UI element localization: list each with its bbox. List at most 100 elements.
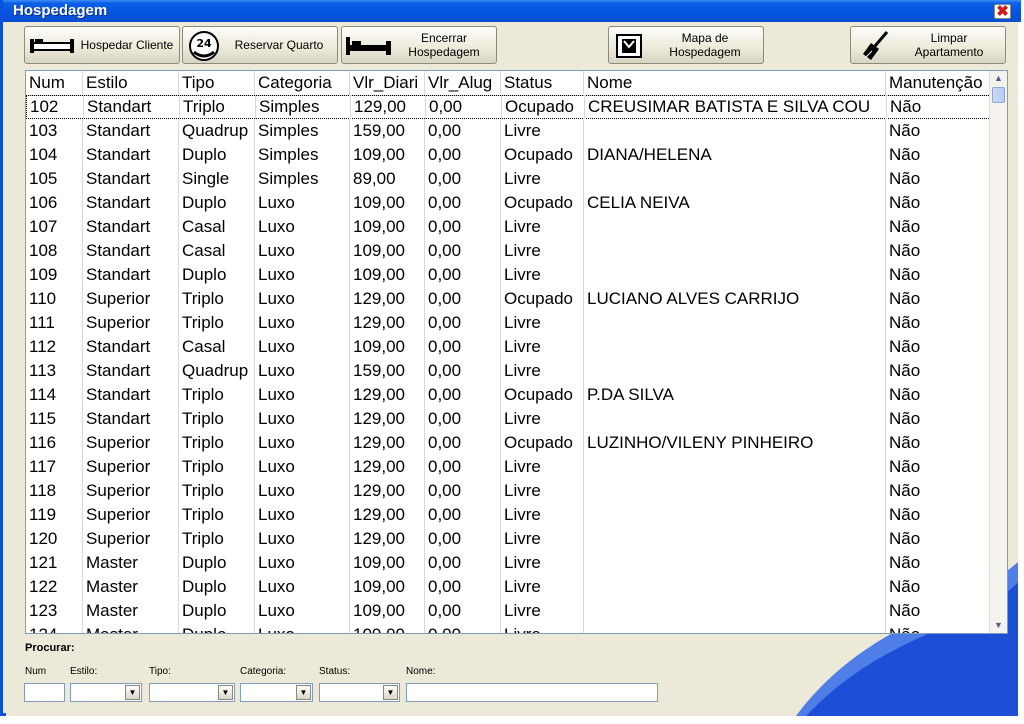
column-header[interactable]: Tipo: [179, 71, 255, 95]
table-cell: 109,00: [350, 599, 425, 623]
column-header[interactable]: Estilo: [83, 71, 179, 95]
column-header[interactable]: Vlr_Alug: [425, 71, 501, 95]
scroll-down-icon[interactable]: ▼: [991, 618, 1006, 633]
table-cell: Livre: [501, 407, 584, 431]
table-row[interactable]: 102 Standart Triplo Simples 129,00 0,00 Ocupad…: [26, 95, 991, 119]
table-row[interactable]: 120 Superior Triplo Luxo 129,00 0,00 Livre Não: [26, 527, 991, 551]
column-header[interactable]: Nome: [584, 71, 886, 95]
table-cell: 108: [26, 239, 83, 263]
table-row[interactable]: 116 Superior Triplo Luxo 129,00 0,00 Ocupado LU…: [26, 431, 991, 455]
table-row[interactable]: 105 Standart Single Simples 89,00 0,00 Livre Nã…: [26, 167, 991, 191]
num-search-input[interactable]: [24, 683, 65, 702]
mapa-hospedagem-label: Mapa de Hospedagem: [669, 31, 741, 59]
table-row[interactable]: 110 Superior Triplo Luxo 129,00 0,00 Ocupado LU…: [26, 287, 991, 311]
chevron-down-icon[interactable]: ▼: [296, 685, 311, 700]
hospedar-cliente-button[interactable]: Hospedar Cliente: [24, 26, 180, 64]
table-cell: 129,00: [350, 479, 425, 503]
column-header[interactable]: Vlr_Diari: [350, 71, 425, 95]
table-row[interactable]: 118 Superior Triplo Luxo 129,00 0,00 Livre Não: [26, 479, 991, 503]
table-row[interactable]: 107 Standart Casal Luxo 109,00 0,00 Livre Não: [26, 215, 991, 239]
table-cell: Duplo: [179, 551, 255, 575]
bed-end-icon: [346, 37, 391, 55]
column-header[interactable]: Num: [26, 71, 83, 95]
limpar-apartamento-button[interactable]: Limpar Apartamento: [850, 26, 1006, 64]
table-cell: [584, 551, 886, 575]
table-cell: Standart: [83, 263, 179, 287]
table-cell: 102: [27, 95, 84, 119]
table-row[interactable]: 104 Standart Duplo Simples 109,00 0,00 Ocupado…: [26, 143, 991, 167]
table-row[interactable]: 115 Standart Triplo Luxo 129,00 0,00 Livre Não: [26, 407, 991, 431]
table-cell: 118: [26, 479, 83, 503]
estilo-select[interactable]: ▼: [70, 683, 142, 702]
table-cell: Luxo: [255, 335, 350, 359]
table-cell: 107: [26, 215, 83, 239]
table-cell: Duplo: [179, 191, 255, 215]
table-row[interactable]: 103 Standart Quadrup Simples 159,00 0,00 Livre…: [26, 119, 991, 143]
table-cell: Standart: [83, 119, 179, 143]
table-cell: Não: [886, 143, 991, 167]
table-row[interactable]: 113 Standart Quadrup Luxo 159,00 0,00 Livre Não: [26, 359, 991, 383]
table-cell: Luxo: [255, 479, 350, 503]
table-row[interactable]: 123 Master Duplo Luxo 109,00 0,00 Livre Não: [26, 599, 991, 623]
encerrar-hospedagem-button[interactable]: Encerrar Hospedagem: [341, 26, 497, 64]
table-cell: Duplo: [179, 623, 255, 633]
table-row[interactable]: 108 Standart Casal Luxo 109,00 0,00 Livre Não: [26, 239, 991, 263]
table-cell: 129,00: [351, 95, 426, 119]
column-header[interactable]: Manutenção: [886, 71, 991, 95]
scroll-up-icon[interactable]: ▲: [991, 71, 1006, 86]
table-cell: Triplo: [179, 311, 255, 335]
table-cell: 0,00: [425, 383, 501, 407]
table-row[interactable]: 121 Master Duplo Luxo 109,00 0,00 Livre Não: [26, 551, 991, 575]
chevron-down-icon[interactable]: ▼: [383, 685, 398, 700]
chevron-down-icon[interactable]: ▼: [125, 685, 140, 700]
table-cell: CELIA NEIVA: [584, 191, 886, 215]
table-cell: Standart: [83, 239, 179, 263]
reservar-quarto-button[interactable]: 24 Reservar Quarto: [182, 26, 338, 64]
table-row[interactable]: 109 Standart Duplo Luxo 109,00 0,00 Livre Não: [26, 263, 991, 287]
table-cell: 0,00: [425, 167, 501, 191]
table-cell: Triplo: [179, 383, 255, 407]
table-cell: Luxo: [255, 503, 350, 527]
column-header[interactable]: Status: [501, 71, 584, 95]
table-cell: 105: [26, 167, 83, 191]
table-cell: Ocupado: [501, 431, 584, 455]
table-cell: 123: [26, 599, 83, 623]
table-row[interactable]: 117 Superior Triplo Luxo 129,00 0,00 Livre Não: [26, 455, 991, 479]
nome-search-input[interactable]: [406, 683, 658, 702]
rooms-grid[interactable]: Num Estilo Tipo Categoria Vlr_Diari Vlr_Alug S…: [25, 70, 1008, 634]
column-header[interactable]: Categoria: [255, 71, 350, 95]
table-row[interactable]: 106 Standart Duplo Luxo 109,00 0,00 Ocupado CEL…: [26, 191, 991, 215]
vertical-scrollbar[interactable]: ▲ ▼: [989, 71, 1007, 633]
table-row[interactable]: 122 Master Duplo Luxo 109,00 0,00 Livre Não: [26, 575, 991, 599]
table-cell: Superior: [83, 503, 179, 527]
tipo-select[interactable]: ▼: [149, 683, 235, 702]
categoria-select[interactable]: ▼: [240, 683, 313, 702]
tipo-label: Tipo:: [149, 666, 171, 677]
table-cell: 0,00: [425, 407, 501, 431]
close-button[interactable]: ✖: [994, 3, 1011, 20]
table-row[interactable]: 124MasterDuploLuxo109,000,00Livre Não: [26, 623, 991, 633]
num-label: Num: [25, 666, 47, 677]
grid-rows: 102 Standart Triplo Simples 129,00 0,00 Ocupad…: [26, 95, 991, 633]
table-cell: Triplo: [180, 95, 256, 119]
table-row[interactable]: 114 Standart Triplo Luxo 129,00 0,00 Ocupado P.…: [26, 383, 991, 407]
title-bar[interactable]: Hospedagem ✖: [3, 0, 1021, 22]
chevron-down-icon[interactable]: ▼: [218, 685, 233, 700]
table-cell: Não: [886, 575, 991, 599]
table-cell: Superior: [83, 311, 179, 335]
table-cell: 0,00: [425, 191, 501, 215]
table-cell: Não: [886, 191, 991, 215]
table-cell: Triplo: [179, 455, 255, 479]
mapa-hospedagem-button[interactable]: Mapa de Hospedagem: [608, 26, 764, 64]
table-cell: Casal: [179, 215, 255, 239]
table-cell: 129,00: [350, 431, 425, 455]
scroll-thumb[interactable]: [992, 87, 1005, 103]
broom-icon: [863, 31, 889, 60]
status-select[interactable]: ▼: [319, 683, 400, 702]
categoria-label: Categoria:: [240, 666, 287, 677]
table-row[interactable]: 112 Standart Casal Luxo 109,00 0,00 Livre Não: [26, 335, 991, 359]
table-cell: Não: [886, 599, 991, 623]
table-cell: Não: [886, 263, 991, 287]
table-row[interactable]: 119 Superior Triplo Luxo 129,00 0,00 Livre Não: [26, 503, 991, 527]
table-row[interactable]: 111 Superior Triplo Luxo 129,00 0,00 Livre Não: [26, 311, 991, 335]
